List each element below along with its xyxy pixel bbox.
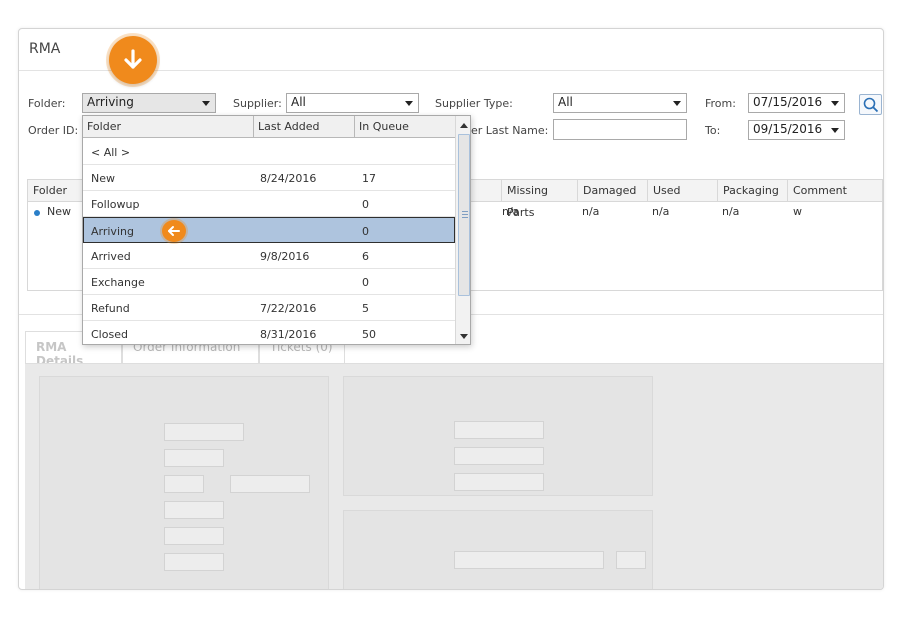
dropdown-option[interactable]: Followup 0: [83, 191, 455, 217]
supplier-last-name-label: er Last Name:: [471, 124, 549, 137]
folder-select[interactable]: Arriving: [82, 93, 216, 113]
cell-folder: New: [47, 205, 71, 218]
chevron-down-icon: [831, 128, 839, 133]
supplier-select[interactable]: All: [286, 93, 419, 113]
grip-line: [462, 214, 468, 215]
search-button[interactable]: [859, 94, 882, 115]
chevron-down-icon: [831, 101, 839, 106]
status-dot: [34, 210, 40, 216]
grip-line: [462, 211, 468, 212]
option-folder: Arrived: [91, 250, 131, 263]
dropdown-option[interactable]: New 8/24/2016 17: [83, 165, 455, 191]
ghost-field: [454, 551, 604, 569]
chevron-down-icon: [405, 101, 413, 106]
scroll-up-icon[interactable]: [460, 123, 468, 128]
option-last-added: 7/22/2016: [260, 302, 317, 315]
ghost-field: [454, 421, 544, 439]
arrow-down-icon: [124, 49, 142, 69]
dropdown-column-last-added: Last Added: [254, 116, 355, 138]
scroll-down-icon[interactable]: [460, 334, 468, 339]
details-tabs: RMA Details Order Information Tickets (0…: [19, 331, 883, 589]
option-folder: < All >: [91, 146, 131, 159]
folder-label: Folder:: [28, 97, 66, 110]
supplier-type-label: Supplier Type:: [435, 97, 513, 110]
chevron-down-icon: [202, 101, 210, 106]
dropdown-option[interactable]: Refund 7/22/2016 5: [83, 295, 455, 321]
option-in-queue: 17: [362, 172, 376, 185]
ghost-field: [164, 527, 224, 545]
option-in-queue: 6: [362, 250, 369, 263]
supplier-type-select[interactable]: All: [553, 93, 687, 113]
option-folder: New: [91, 172, 115, 185]
folder-select-value: Arriving: [87, 95, 134, 109]
from-date-value: 07/15/2016: [753, 95, 823, 109]
hint-arrow-left-bubble: [162, 220, 186, 242]
folder-dropdown-list[interactable]: Folder Last Added In Queue < All > New 8…: [82, 115, 471, 345]
ghost-field: [454, 447, 544, 465]
from-label: From:: [705, 97, 736, 110]
column-missing-parts[interactable]: Missing Parts: [502, 180, 578, 219]
left-detail-pane: [39, 376, 329, 589]
column-used[interactable]: Used: [648, 180, 718, 202]
dropdown-option-selected[interactable]: Arriving 0: [83, 217, 455, 243]
option-last-added: 8/24/2016: [260, 172, 317, 185]
option-in-queue: 0: [362, 198, 369, 211]
order-id-label: Order ID:: [28, 124, 79, 137]
cell-packaging: n/a: [722, 205, 740, 218]
ghost-field: [164, 423, 244, 441]
tab-content: [25, 363, 883, 589]
arrow-left-icon: [168, 226, 180, 236]
to-date-picker[interactable]: 09/15/2016: [748, 120, 845, 140]
supplier-select-value: All: [291, 95, 306, 109]
hint-arrow-down-bubble: [109, 36, 157, 84]
option-folder: Followup: [91, 198, 140, 211]
to-label: To:: [705, 124, 721, 137]
supplier-label: Supplier:: [233, 97, 282, 110]
grip-line: [462, 217, 468, 218]
scroll-thumb[interactable]: [458, 134, 470, 296]
dropdown-column-in-queue: In Queue: [359, 120, 409, 133]
ghost-field: [164, 449, 224, 467]
chevron-down-icon: [673, 101, 681, 106]
to-date-value: 09/15/2016: [753, 122, 823, 136]
dropdown-option[interactable]: Exchange 0: [83, 269, 455, 295]
cell-missing-parts: n/a: [502, 205, 520, 218]
option-in-queue: 0: [362, 276, 369, 289]
option-folder: Exchange: [91, 276, 145, 289]
page-title: RMA: [29, 41, 61, 57]
cell-used: n/a: [652, 205, 670, 218]
search-icon: [863, 97, 879, 113]
option-in-queue: 50: [362, 328, 376, 341]
from-date-picker[interactable]: 07/15/2016: [748, 93, 845, 113]
ghost-field: [230, 475, 310, 493]
dropdown-option[interactable]: Arrived 9/8/2016 6: [83, 243, 455, 269]
option-folder: Closed: [91, 328, 128, 341]
option-last-added: 8/31/2016: [260, 328, 317, 341]
dropdown-scrollbar[interactable]: [455, 116, 470, 344]
option-folder: Arriving: [91, 225, 134, 238]
dropdown-option[interactable]: < All >: [83, 139, 455, 165]
ghost-button: [616, 551, 646, 569]
ghost-field: [164, 501, 224, 519]
cell-damaged: n/a: [582, 205, 600, 218]
column-comment[interactable]: Comment: [788, 180, 883, 202]
option-folder: Refund: [91, 302, 130, 315]
column-packaging[interactable]: Packaging: [718, 180, 788, 202]
column-damaged[interactable]: Damaged: [578, 180, 648, 202]
ghost-field: [164, 475, 204, 493]
ghost-field: [164, 553, 224, 571]
supplier-last-name-input[interactable]: [553, 119, 687, 140]
cell-comment: w: [793, 205, 802, 218]
dropdown-column-folder: Folder: [83, 116, 254, 138]
option-in-queue: 5: [362, 302, 369, 315]
option-in-queue: 0: [362, 225, 369, 238]
right-detail-pane: [343, 376, 653, 496]
supplier-type-select-value: All: [558, 95, 573, 109]
dropdown-option[interactable]: Closed 8/31/2016 50: [83, 321, 455, 344]
option-last-added: 9/8/2016: [260, 250, 310, 263]
dropdown-header: Folder Last Added In Queue: [83, 116, 455, 138]
lower-detail-pane: [343, 510, 653, 589]
ghost-field: [454, 473, 544, 491]
